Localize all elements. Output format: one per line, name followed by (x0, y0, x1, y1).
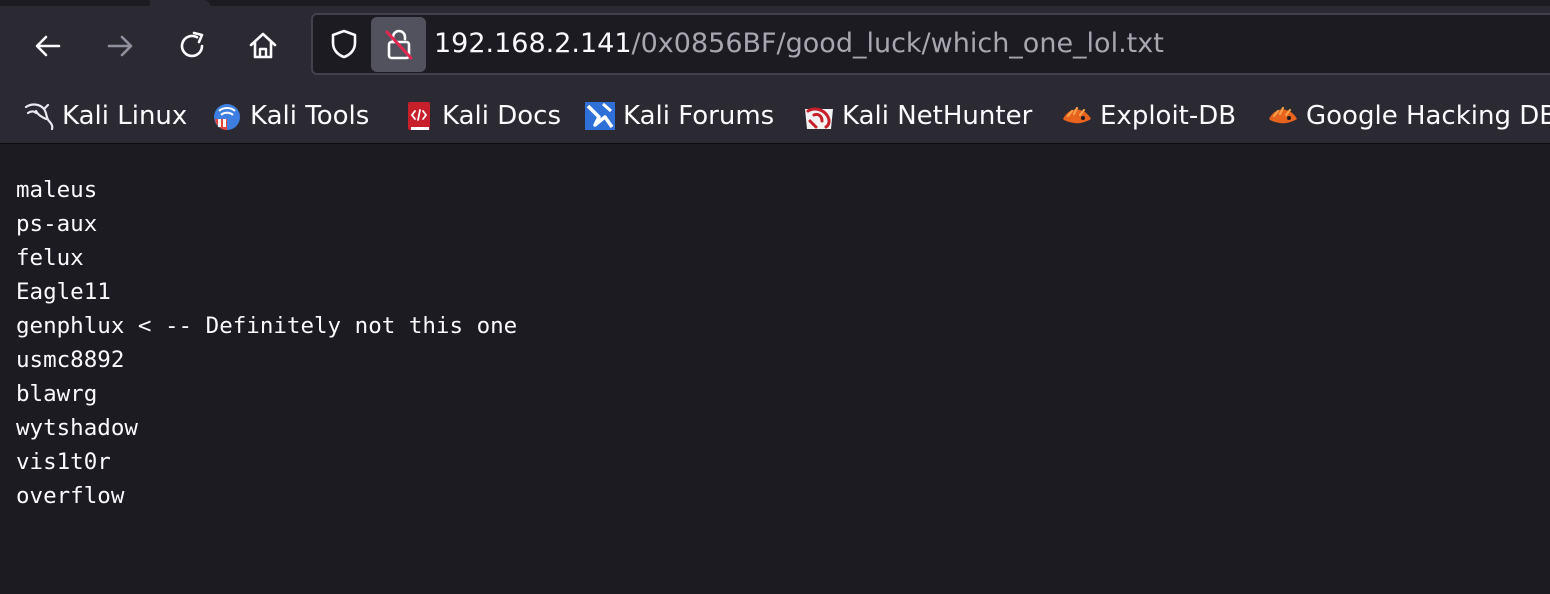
bookmark-kali-docs[interactable]: Kali Docs (402, 96, 561, 136)
google-hacking-db-icon (1266, 99, 1300, 133)
text-line: overflow (16, 483, 125, 509)
tab-strip-edge (0, 0, 1550, 6)
text-line: felux (16, 245, 84, 271)
bookmark-label: Kali Forums (623, 101, 775, 131)
forward-button[interactable] (100, 26, 140, 66)
kali-dragon-icon (22, 99, 56, 133)
browser-toolbar: 192.168.2.141/0x0856BF/good_luck/which_o… (0, 0, 1550, 88)
text-line: genphlux < -- Definitely not this one (16, 313, 518, 339)
reload-button[interactable] (172, 26, 212, 66)
bookmark-label: Kali NetHunter (842, 101, 1033, 131)
kali-forums-icon (583, 99, 617, 133)
url-host: 192.168.2.141 (434, 28, 632, 59)
text-line: wytshadow (16, 415, 138, 441)
bookmarks-toolbar: Kali Linux Kali Tools Kali Docs Kali For… (0, 88, 1550, 144)
bookmark-exploit-db[interactable]: Exploit-DB (1060, 96, 1236, 136)
insecure-lock-icon (385, 29, 412, 59)
text-line: usmc8892 (16, 347, 125, 373)
text-line: vis1t0r (16, 449, 111, 475)
arrow-right-icon (107, 35, 133, 57)
bookmark-kali-linux[interactable]: Kali Linux (22, 96, 187, 136)
tracking-protection-shield-icon[interactable] (327, 27, 361, 61)
page-content: maleus ps-aux felux Eagle11 genphlux < -- De… (0, 144, 1550, 594)
url-bar[interactable]: 192.168.2.141/0x0856BF/good_luck/which_o… (311, 13, 1550, 75)
bookmark-label: Kali Docs (442, 101, 562, 131)
site-security-button[interactable] (371, 17, 426, 72)
active-tab-edge (150, 0, 210, 6)
text-line: Eagle11 (16, 279, 111, 305)
kali-nethunter-icon (802, 99, 836, 133)
text-line: blawrg (16, 381, 98, 407)
bookmark-label: Kali Linux (62, 101, 188, 131)
bookmark-kali-forums[interactable]: Kali Forums (583, 96, 774, 136)
bookmark-google-hacking-db[interactable]: Google Hacking DB (1266, 96, 1550, 136)
text-line: ps-aux (16, 211, 98, 237)
bookmark-label: Google Hacking DB (1306, 101, 1550, 131)
kali-docs-icon (402, 99, 436, 133)
url-path: /0x0856BF/good_luck/which_one_lol.txt (631, 28, 1164, 59)
text-line: maleus (16, 177, 98, 203)
url-text[interactable]: 192.168.2.141/0x0856BF/good_luck/which_o… (434, 27, 1164, 61)
home-icon (249, 32, 277, 59)
home-button[interactable] (243, 26, 283, 66)
bookmark-kali-tools[interactable]: Kali Tools (210, 96, 369, 136)
bookmark-label: Exploit-DB (1100, 101, 1237, 131)
arrow-left-icon (35, 35, 61, 57)
bookmark-label: Kali Tools (250, 101, 370, 131)
bookmark-kali-nethunter[interactable]: Kali NetHunter (802, 96, 1032, 136)
back-button[interactable] (28, 26, 68, 66)
reload-icon (180, 31, 204, 58)
plain-text-document: maleus ps-aux felux Eagle11 genphlux < -- De… (16, 173, 517, 513)
exploit-db-icon (1060, 99, 1094, 133)
kali-tools-icon (210, 99, 244, 133)
